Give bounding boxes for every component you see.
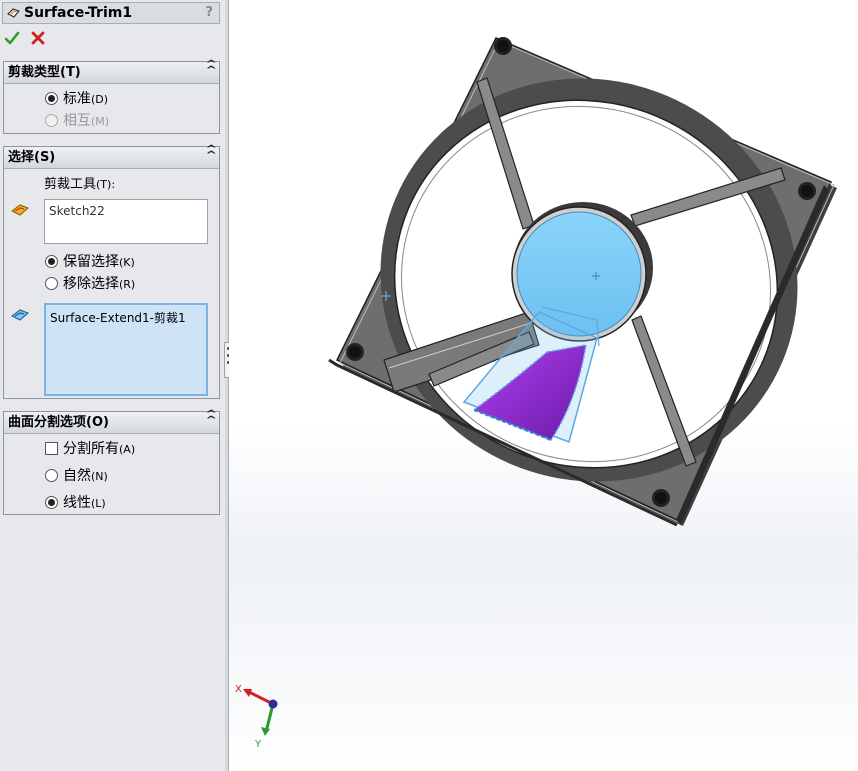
pieces-to-keep-value: Surface-Extend1-剪裁1 (50, 311, 186, 325)
collapse-chevron-icon[interactable]: ^ ^ (205, 60, 217, 76)
surface-split-group: 曲面分割选项(O) ^ ^ 分割所有(A) 自然(N) 线性(L) (3, 410, 220, 515)
radio-keep-selections[interactable] (45, 255, 58, 268)
radio-linear-label: 线性(L) (63, 495, 106, 511)
radio-standard-label: 标准(D) (63, 91, 109, 107)
radio-mutual-label: 相互(M) (63, 113, 110, 129)
trim-tool-field[interactable]: Sketch22 (44, 199, 208, 244)
radio-remove-selections[interactable] (45, 277, 58, 290)
y-axis-label: Y (254, 739, 262, 750)
radio-keep-selections-label: 保留选择(K) (63, 254, 135, 270)
coordinate-triad: X Y (235, 684, 278, 750)
trim-tool-label: 剪裁工具(T): (44, 177, 116, 192)
surface-selection-icon (11, 308, 29, 326)
selections-group: 选择(S) ^ ^ 剪裁工具(T): Sketch22 保留选择(K) 移除选择(… (3, 145, 220, 399)
surface-split-title: 曲面分割选项(O) (8, 415, 109, 430)
radio-natural[interactable] (45, 469, 58, 482)
ok-button[interactable] (4, 30, 20, 46)
selections-header[interactable]: 选择(S) ^ ^ (4, 145, 219, 169)
checkmark-icon (4, 31, 20, 45)
x-axis-label: X (235, 684, 242, 695)
feature-title-bar: Surface-Trim1 ? (2, 2, 220, 24)
split-all-checkbox[interactable] (45, 442, 58, 455)
trim-tool-value: Sketch22 (49, 204, 105, 218)
radio-natural-label: 自然(N) (63, 468, 108, 484)
radio-remove-selections-label: 移除选择(R) (63, 276, 136, 292)
sketch-selection-icon (11, 203, 29, 221)
help-icon[interactable]: ? (205, 5, 213, 20)
collapse-chevron-icon[interactable]: ^ ^ (205, 410, 217, 426)
pieces-to-keep-field[interactable]: Surface-Extend1-剪裁1 (44, 303, 208, 396)
graphics-viewport[interactable]: X Y (229, 0, 858, 771)
radio-linear[interactable] (45, 496, 58, 509)
split-all-label: 分割所有(A) (63, 441, 136, 457)
trim-type-title: 剪裁类型(T) (8, 65, 81, 80)
feature-title: Surface-Trim1 (24, 5, 133, 21)
trim-type-header[interactable]: 剪裁类型(T) ^ ^ (4, 60, 219, 84)
surface-split-header[interactable]: 曲面分割选项(O) ^ ^ (4, 410, 219, 434)
collapse-chevron-icon[interactable]: ^ ^ (205, 145, 217, 161)
trim-type-group: 剪裁类型(T) ^ ^ 标准(D) 相互(M) (3, 60, 220, 134)
cancel-button[interactable] (30, 30, 46, 46)
property-manager-panel: Surface-Trim1 ? 剪裁类型(T) ^ ^ 标准(D) 相互(M) 选… (0, 0, 226, 771)
radio-standard[interactable] (45, 92, 58, 105)
selections-title: 选择(S) (8, 150, 56, 165)
radio-mutual (45, 114, 58, 127)
close-icon (31, 31, 45, 45)
surface-trim-icon (6, 6, 21, 25)
